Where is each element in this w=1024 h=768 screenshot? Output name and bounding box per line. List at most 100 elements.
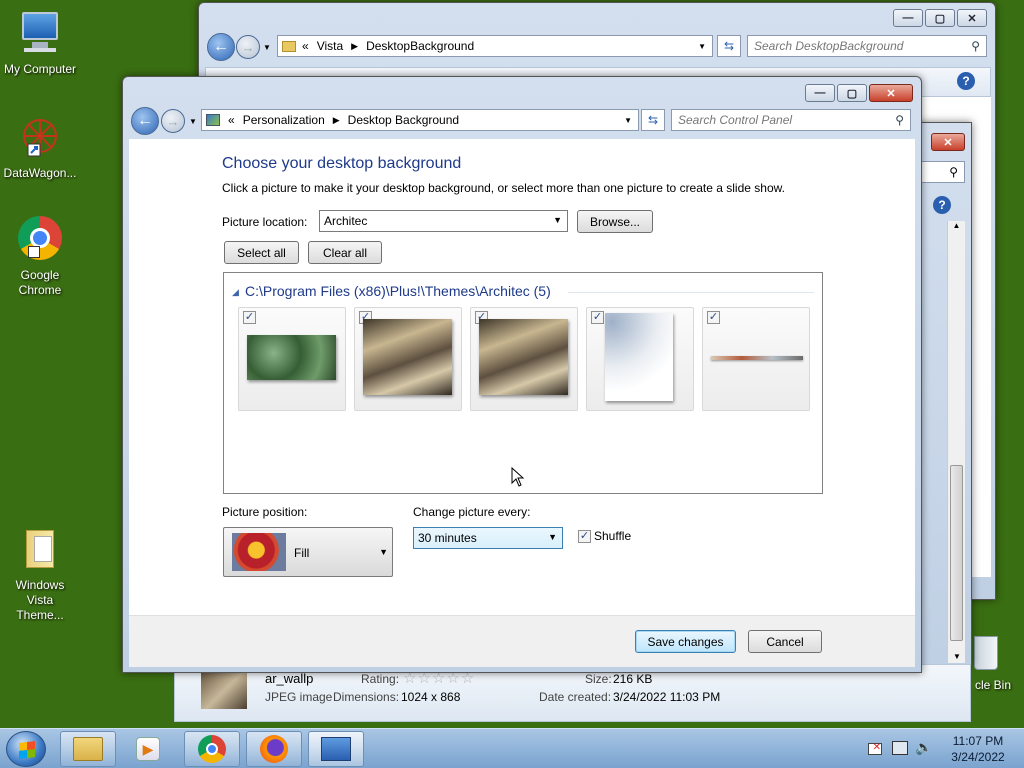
detail-size-value: 216 KB [613, 672, 653, 686]
minimize-button[interactable]: — [893, 9, 923, 27]
refresh-button[interactable]: ⇆ [717, 35, 741, 57]
scroll-up-arrow[interactable]: ▲ [948, 221, 965, 230]
back-button[interactable]: ← [207, 33, 235, 61]
close-button[interactable]: ✕ [869, 84, 913, 102]
desktop-icon-vista-theme[interactable]: Windows Vista Theme... [0, 526, 80, 623]
chevron-down-icon[interactable]: ▼ [698, 42, 706, 51]
picture-location-label: Picture location: [222, 215, 308, 229]
breadcrumb-desktopbackground[interactable]: DesktopBackground [366, 39, 474, 53]
scrollbar[interactable]: ▲ ▼ [947, 221, 965, 663]
address-bar[interactable]: « Personalization ▶ Desktop Background ▼ [201, 109, 639, 131]
dialog-content: Choose your desktop background Click a p… [129, 139, 915, 667]
explorer-caption-buttons: — ▢ ✕ [893, 9, 987, 27]
search-input[interactable]: Search Control Panel ⚲ [671, 109, 911, 131]
chrome-icon [198, 735, 226, 763]
forward-button[interactable]: → [236, 35, 260, 59]
search-icon[interactable]: ⚲ [895, 113, 904, 127]
picture-thumbnail-3[interactable]: ✓ [470, 307, 578, 411]
chevron-down-icon: ▼ [548, 532, 557, 542]
taskbar-chrome[interactable] [184, 731, 240, 767]
breadcrumb-desktop-background[interactable]: Desktop Background [348, 113, 459, 127]
close-icon: ✕ [943, 136, 953, 149]
breadcrumb-vista[interactable]: Vista [317, 39, 343, 53]
picture-thumbnail-4[interactable]: ✓ [586, 307, 694, 411]
desktop-icon-label: DataWagon... [3, 166, 77, 180]
maximize-icon: ▢ [846, 87, 858, 100]
refresh-button[interactable]: ⇆ [641, 109, 665, 131]
picture-position-value: Fill [294, 546, 310, 560]
picture-checkbox[interactable]: ✓ [591, 311, 604, 324]
recent-pages-dropdown[interactable]: ▼ [263, 43, 271, 52]
group-header-rule [568, 292, 814, 293]
group-expand-icon[interactable]: ◢ [232, 287, 239, 298]
taskbar-media-player[interactable]: ▶ [120, 731, 176, 767]
help-icon[interactable]: ? [957, 72, 975, 90]
search-icon[interactable]: ⚲ [971, 39, 980, 53]
help-icon[interactable]: ? [933, 196, 951, 214]
address-bar[interactable]: « Vista ▶ DesktopBackground ▼ [277, 35, 713, 57]
close-button[interactable]: ✕ [957, 9, 987, 27]
back-button[interactable]: ← [131, 107, 159, 135]
search-placeholder: Search Control Panel [678, 113, 793, 127]
chevron-right-icon: ▶ [332, 114, 340, 125]
folder-icon [282, 40, 296, 52]
select-all-button[interactable]: Select all [224, 241, 299, 264]
browse-button[interactable]: Browse... [577, 210, 653, 233]
change-every-select[interactable]: 30 minutes ▼ [413, 527, 563, 549]
desktop-icon-my-computer[interactable]: My Computer [0, 10, 80, 77]
breadcrumb-prefix[interactable]: « [228, 113, 235, 127]
picture-checkbox[interactable]: ✓ [243, 311, 256, 324]
close-button[interactable]: ✕ [931, 133, 965, 151]
cancel-button[interactable]: Cancel [748, 630, 822, 653]
picture-position-select[interactable]: Fill ▼ [223, 527, 393, 577]
shuffle-label[interactable]: Shuffle [594, 529, 631, 543]
clear-all-button[interactable]: Clear all [308, 241, 382, 264]
control-panel-icon [321, 737, 351, 761]
tray-action-center-icon[interactable]: ✕ [868, 743, 882, 755]
scroll-thumb[interactable] [950, 465, 963, 641]
breadcrumb-prefix[interactable]: « [302, 39, 309, 53]
maximize-button[interactable]: ▢ [925, 9, 955, 27]
page-title: Choose your desktop background [222, 155, 462, 172]
clock[interactable]: 11:07 PM 3/24/2022 [938, 733, 1018, 765]
search-input[interactable]: Search DesktopBackground ⚲ [747, 35, 987, 57]
start-button[interactable] [6, 731, 46, 767]
group-header[interactable]: C:\Program Files (x86)\Plus!\Themes\Arch… [245, 283, 551, 299]
minimize-icon: — [902, 12, 914, 24]
forward-button[interactable]: → [161, 109, 185, 133]
maximize-button[interactable]: ▢ [837, 84, 867, 102]
picture-thumbnail-5[interactable]: ✓ [702, 307, 810, 411]
chevron-down-icon: ▼ [379, 547, 388, 557]
tray-network-icon[interactable] [892, 741, 908, 755]
tray-volume-icon[interactable]: 🔈 [915, 739, 932, 756]
shuffle-checkbox[interactable]: ✓ [578, 530, 591, 543]
chevron-down-icon[interactable]: ▼ [624, 116, 632, 125]
taskbar-control-panel[interactable] [308, 731, 364, 767]
change-every-value: 30 minutes [418, 531, 477, 545]
change-every-label: Change picture every: [413, 505, 531, 519]
breadcrumb-personalization[interactable]: Personalization [243, 113, 325, 127]
save-changes-button[interactable]: Save changes [635, 630, 736, 653]
picture-checkbox[interactable]: ✓ [707, 311, 720, 324]
search-field-edge[interactable]: ⚲ [921, 161, 965, 183]
recent-pages-dropdown[interactable]: ▼ [189, 117, 197, 126]
desktop-icon-datawagon[interactable]: DataWagon... [0, 114, 80, 181]
taskbar-firefox[interactable] [246, 731, 302, 767]
chevron-down-icon: ▼ [553, 215, 562, 225]
picture-list[interactable]: ◢ C:\Program Files (x86)\Plus!\Themes\Ar… [223, 272, 823, 494]
search-placeholder: Search DesktopBackground [754, 39, 904, 53]
desktop-icon-google-chrome[interactable]: Google Chrome [0, 216, 80, 298]
minimize-button[interactable]: — [805, 84, 835, 102]
picture-thumbnail-1[interactable]: ✓ [238, 307, 346, 411]
flower-preview-icon [232, 533, 286, 571]
picture-image [479, 319, 568, 395]
picture-location-select[interactable]: Architec ▼ [319, 210, 568, 232]
taskbar-explorer[interactable] [60, 731, 116, 767]
picture-image [363, 319, 452, 395]
control-panel-window[interactable]: — ▢ ✕ ← → ▼ « Personalization ▶ Desktop … [122, 76, 922, 673]
maximize-icon: ▢ [934, 12, 946, 25]
control-panel-icon [206, 114, 220, 126]
picture-thumbnail-2[interactable]: ✓ [354, 307, 462, 411]
folder-icon [16, 526, 64, 574]
scroll-down-arrow[interactable]: ▼ [948, 652, 966, 661]
